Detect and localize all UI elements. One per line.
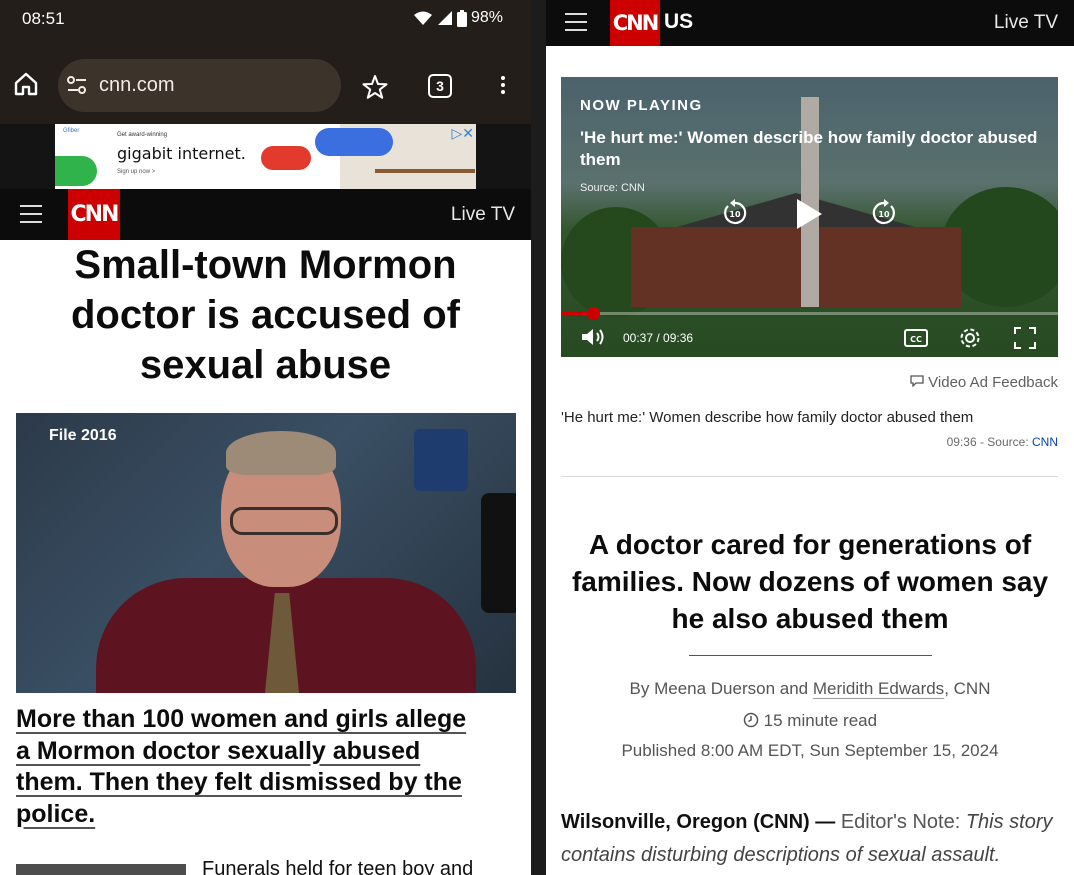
fullscreen-icon[interactable]: [1014, 327, 1036, 349]
browser-menu-icon[interactable]: [494, 73, 512, 101]
hamburger-menu-icon[interactable]: [20, 205, 42, 223]
hamburger-menu-icon[interactable]: [565, 13, 587, 31]
ad-red-shape: [261, 146, 311, 170]
status-bar: 08:51 98%: [0, 0, 531, 40]
settings-gear-icon[interactable]: [959, 327, 981, 349]
forward-10-icon[interactable]: 10: [870, 199, 898, 227]
video-player[interactable]: NOW PLAYING 'He hurt me:' Women describe…: [561, 77, 1058, 357]
next-article-thumbnail[interactable]: [16, 864, 186, 875]
tab-switcher-button[interactable]: 3: [428, 74, 452, 98]
article-body: Wilsonville, Oregon (CNN) — Editor's Not…: [561, 806, 1071, 872]
ad-cta[interactable]: Sign up now >: [117, 169, 155, 175]
video-source: Source: CNN: [580, 182, 645, 194]
ad-choices-close-icon[interactable]: ▷✕: [452, 125, 475, 142]
rewind-10-icon[interactable]: 10: [721, 199, 749, 227]
left-phone-screen: 08:51 98% cnn.com 3 Gfiber Get award-win…: [0, 0, 531, 875]
right-phone-screen: CNN US Live TV NOW PLAYING 'He hurt me:'…: [546, 0, 1074, 875]
cnn-header: CNN Live TV: [0, 189, 531, 240]
volume-icon[interactable]: [581, 327, 607, 347]
closed-captions-icon[interactable]: CC: [904, 329, 928, 347]
photo-hair: [226, 431, 336, 475]
photo-background-object: [414, 429, 468, 491]
article-photo[interactable]: File 2016: [16, 413, 516, 693]
dateline: Wilsonville, Oregon (CNN) —: [561, 811, 836, 833]
play-icon[interactable]: [794, 197, 824, 231]
svg-text:10: 10: [878, 210, 890, 219]
video-ad-feedback-label: Video Ad Feedback: [928, 374, 1058, 391]
split-divider[interactable]: [531, 0, 546, 875]
address-bar[interactable]: cnn.com: [58, 59, 341, 112]
status-time: 08:51: [22, 9, 65, 28]
video-ad-feedback-link[interactable]: Video Ad Feedback: [910, 374, 1058, 391]
video-time: 00:37 / 09:36: [623, 331, 694, 345]
section-label[interactable]: US: [664, 10, 693, 34]
video-meta-time: 09:36 - Source:: [946, 435, 1032, 449]
article-link-line: a Mormon doctor sexually abused: [16, 736, 421, 765]
ad-headline: gigabit internet.: [117, 144, 246, 163]
video-caption: 'He hurt me:' Women describe how family …: [561, 409, 974, 426]
byline-prefix: By Meena Duerson and: [629, 679, 813, 698]
clock-icon: [743, 712, 759, 728]
video-source-link[interactable]: CNN: [1032, 435, 1058, 449]
ad-small-text: Get award-winning: [117, 132, 168, 138]
cnn-logo[interactable]: CNN: [68, 189, 120, 240]
cnn-logo[interactable]: CNN: [610, 0, 660, 46]
article-headline: A doctor cared for generations of famili…: [571, 529, 1049, 634]
now-playing-label: NOW PLAYING: [580, 97, 703, 114]
ad-green-shape: [55, 156, 97, 186]
live-tv-link[interactable]: Live TV: [994, 12, 1058, 34]
byline-suffix: , CNN: [944, 679, 991, 698]
article-link-line: police.: [16, 799, 96, 828]
live-tv-link[interactable]: Live TV: [451, 204, 515, 226]
published-date: Published 8:00 AM EDT, Sun September 15,…: [621, 741, 999, 760]
photo-background-object: [481, 493, 516, 613]
ad-banner[interactable]: Gfiber Get award-winning gigabit interne…: [55, 124, 476, 189]
divider-line: [561, 476, 1058, 477]
next-article-title[interactable]: Funerals held for teen boy and: [202, 858, 473, 875]
author-link[interactable]: Meridith Edwards: [813, 679, 944, 698]
photo-tag: File 2016: [49, 427, 117, 444]
video-current-time: 00:37: [623, 331, 654, 345]
svg-text:10: 10: [729, 210, 741, 219]
read-time: 15 minute read: [546, 711, 1074, 731]
page-headline: Small-town Mormon doctor is accused of s…: [71, 243, 460, 387]
signal-icon: [437, 11, 452, 25]
editor-note-label: Editor's Note:: [835, 811, 966, 833]
status-indicators: 98%: [413, 9, 503, 27]
site-settings-icon[interactable]: [66, 75, 88, 95]
bookmark-star-icon[interactable]: [362, 74, 388, 100]
url-text: cnn.com: [99, 74, 175, 96]
video-duration: 09:36: [663, 331, 694, 345]
video-progress-knob[interactable]: [586, 307, 600, 320]
feedback-icon: [910, 375, 924, 388]
video-title: 'He hurt me:' Women describe how family …: [580, 128, 1038, 169]
home-icon[interactable]: [12, 70, 40, 98]
video-progress-bar[interactable]: [561, 307, 1058, 320]
video-meta: 09:36 - Source: CNN: [947, 435, 1058, 449]
read-time-text: 15 minute read: [763, 711, 878, 730]
photo-glasses: [230, 507, 338, 535]
headline-divider: [689, 655, 932, 656]
article-link[interactable]: More than 100 women and girls allege a M…: [16, 704, 516, 830]
article-link-line: More than 100 women and girls allege: [16, 705, 467, 733]
battery-icon: [456, 9, 467, 27]
ad-shelf: [375, 169, 475, 173]
battery-level: 98%: [470, 9, 503, 26]
browser-toolbar: cnn.com 3: [0, 40, 531, 124]
wifi-icon: [413, 11, 432, 25]
cnn-header: CNN US Live TV: [546, 0, 1074, 46]
article-link-line: them. Then they felt dismissed by the: [16, 768, 462, 796]
svg-text:CC: CC: [910, 335, 922, 344]
ad-brand: Gfiber: [63, 128, 80, 134]
byline: By Meena Duerson and Meridith Edwards, C…: [546, 679, 1074, 699]
ad-banner-strip: Gfiber Get award-winning gigabit interne…: [0, 124, 531, 189]
ad-blue-shape: [315, 128, 393, 156]
